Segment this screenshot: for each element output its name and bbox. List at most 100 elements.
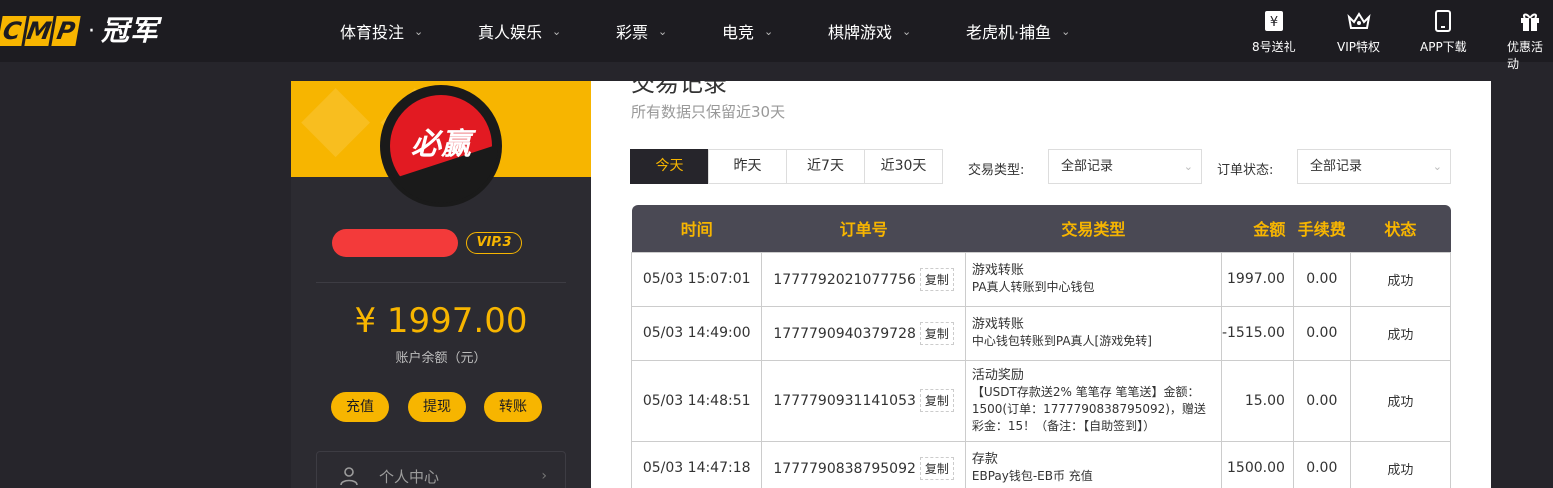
svg-text:¥: ¥	[1270, 15, 1278, 30]
cell-fee: 0.00	[1292, 305, 1351, 361]
tab-last-30-days[interactable]: 近30天	[864, 149, 943, 184]
chevron-down-icon: ⌄	[552, 24, 562, 38]
chevron-down-icon: ⌄	[658, 24, 668, 38]
sidebar-item-label: 个人中心	[379, 467, 440, 486]
cell-order: 1777790931141053 复制	[761, 359, 966, 442]
chevron-down-icon: ⌄	[1183, 160, 1193, 173]
cell-order: 1777790838795092 复制	[761, 440, 966, 488]
quick-link-label: VIP特权	[1337, 40, 1380, 54]
logo-letter: P	[51, 16, 81, 46]
table-row: 05/03 14:49:00 1777790940379728 复制 游戏转账 中心…	[630, 305, 1452, 361]
transactions-table: 时间 订单号 交易类型 金额 手续费 状态 05/03 15:07:01 177…	[630, 205, 1452, 488]
quick-link-promotions[interactable]: 优惠活动	[1507, 8, 1553, 72]
transaction-description: 【USDT存款送2% 笔笔存 笔笔送】金额：1500(订单：1777790838…	[971, 384, 1206, 433]
table-row: 05/03 14:47:18 1777790838795092 复制 存款 EBPa…	[630, 440, 1452, 488]
cell-time: 05/03 14:47:18	[630, 440, 763, 488]
main-nav: 体育投注 ⌄ 真人娱乐 ⌄ 彩票 ⌄ 电竞 ⌄ 棋牌游戏 ⌄ 老虎机·捕鱼 ⌄	[340, 0, 1116, 62]
status-badge: 成功	[1349, 251, 1452, 307]
column-header-time: 时间	[631, 205, 762, 252]
nav-item-live-casino[interactable]: 真人娱乐 ⌄	[478, 19, 616, 43]
username-redacted	[332, 229, 458, 257]
column-header-order: 订单号	[761, 205, 966, 252]
nav-item-card-games[interactable]: 棋牌游戏 ⌄	[828, 19, 966, 43]
page-subtitle: 所有数据只保留近30天	[631, 103, 786, 121]
deposit-button[interactable]: 充值	[331, 392, 389, 422]
logo-letter: M	[24, 16, 54, 46]
cell-fee: 0.00	[1292, 440, 1351, 488]
filter-type-label: 交易类型:	[968, 163, 1025, 178]
cell-time: 05/03 15:07:01	[630, 251, 763, 307]
vip-badge: VIP.3	[466, 232, 522, 254]
copy-button[interactable]: 复制	[919, 321, 954, 345]
select-value: 全部记录	[1310, 159, 1363, 174]
cell-type: 游戏转账 中心钱包转账到PA真人[游戏免转]	[964, 305, 1222, 361]
copy-button[interactable]: 复制	[919, 389, 954, 412]
nav-label: 老虎机·捕鱼	[966, 23, 1052, 42]
nav-item-sports[interactable]: 体育投注 ⌄	[340, 19, 478, 43]
nav-label: 彩票	[616, 23, 649, 42]
table-header-row: 时间 订单号 交易类型 金额 手续费 状态	[631, 205, 1451, 252]
crown-icon	[1346, 8, 1372, 34]
cell-time: 05/03 14:49:00	[630, 305, 763, 361]
site-logo[interactable]: C M P · 冠军	[0, 14, 159, 48]
transaction-description: 中心钱包转账到PA真人[游戏免转]	[971, 334, 1152, 348]
chevron-down-icon: ⌄	[414, 24, 424, 38]
nav-label: 棋牌游戏	[828, 23, 893, 42]
nav-item-lottery[interactable]: 彩票 ⌄	[616, 19, 722, 43]
tab-yesterday[interactable]: 昨天	[708, 149, 787, 184]
quick-link-vip[interactable]: VIP特权	[1337, 8, 1380, 55]
order-status-select[interactable]: 全部记录 ⌄	[1297, 149, 1451, 184]
gift-box-icon	[1517, 8, 1543, 34]
nav-label: 真人娱乐	[478, 23, 543, 42]
page-title: 交易记录	[631, 81, 727, 97]
transaction-description: PA真人转账到中心钱包	[971, 280, 1095, 294]
status-badge: 成功	[1349, 440, 1452, 488]
logo-text: 冠军	[101, 14, 160, 47]
order-number: 1777792021077756	[773, 271, 916, 288]
transaction-description: EBPay钱包-EB币 充值	[971, 469, 1093, 483]
nav-item-slots-fishing[interactable]: 老虎机·捕鱼 ⌄	[966, 19, 1116, 43]
select-value: 全部记录	[1061, 159, 1114, 174]
cell-type: 活动奖励 【USDT存款送2% 笔笔存 笔笔送】金额：1500(订单：177779…	[964, 359, 1222, 442]
order-number: 1777790940379728	[773, 325, 916, 342]
top-navbar: C M P · 冠军 体育投注 ⌄ 真人娱乐 ⌄ 彩票 ⌄ 电竞 ⌄ 棋牌游戏 ⌄ 老虎机…	[0, 0, 1553, 71]
transaction-type: 游戏转账	[971, 263, 1024, 278]
chevron-right-icon: ›	[541, 468, 547, 484]
logo-dot: ·	[88, 18, 95, 44]
filter-status-label: 订单状态:	[1217, 163, 1274, 178]
chevron-down-icon: ⌄	[1061, 24, 1071, 38]
quick-link-gift-8[interactable]: ¥ 8号送礼	[1252, 8, 1296, 55]
transaction-type: 存款	[971, 452, 998, 467]
cell-fee: 0.00	[1292, 359, 1351, 442]
table-row: 05/03 15:07:01 1777792021077756 复制 游戏转账 PA…	[630, 251, 1452, 307]
status-badge: 成功	[1349, 305, 1452, 361]
transaction-type-select[interactable]: 全部记录 ⌄	[1048, 149, 1202, 184]
tab-last-7-days[interactable]: 近7天	[786, 149, 865, 184]
cell-time: 05/03 14:48:51	[630, 359, 763, 442]
copy-button[interactable]: 复制	[919, 267, 954, 291]
account-balance: ¥ 1997.00	[354, 301, 528, 341]
gift-ticket-icon: ¥	[1261, 8, 1287, 34]
quick-link-app[interactable]: APP下载	[1420, 8, 1467, 55]
transaction-type: 活动奖励	[971, 367, 1024, 383]
tab-today[interactable]: 今天	[630, 149, 709, 184]
cell-type: 存款 EBPay钱包-EB币 充值	[964, 440, 1222, 488]
sidebar-item-personal-center[interactable]: 个人中心 ›	[316, 451, 566, 488]
chevron-down-icon: ⌄	[902, 24, 912, 38]
cell-type: 游戏转账 PA真人转账到中心钱包	[964, 251, 1222, 307]
transfer-button[interactable]: 转账	[484, 392, 542, 422]
table-row: 05/03 14:48:51 1777790931141053 复制 活动奖励 【U…	[630, 359, 1452, 442]
nav-item-esports[interactable]: 电竞 ⌄	[722, 19, 828, 43]
order-number: 1777790931141053	[773, 393, 916, 409]
column-header-status: 状态	[1350, 205, 1451, 252]
user-icon	[339, 466, 359, 486]
copy-button[interactable]: 复制	[919, 456, 954, 480]
nav-label: 电竞	[722, 23, 755, 42]
withdraw-button[interactable]: 提现	[408, 392, 466, 422]
account-sidebar: ◆◆ 必赢 VIP.3 ¥ 1997.00 账户余额（元） 充值 提现 转账 个…	[291, 81, 591, 488]
order-number: 1777790838795092	[773, 460, 916, 477]
cell-amount: -1515.00	[1220, 305, 1294, 361]
column-header-amount: 金额	[1221, 205, 1294, 252]
avatar[interactable]: 必赢	[380, 85, 502, 207]
date-range-tabs: 今天 昨天 近7天 近30天	[630, 149, 943, 184]
